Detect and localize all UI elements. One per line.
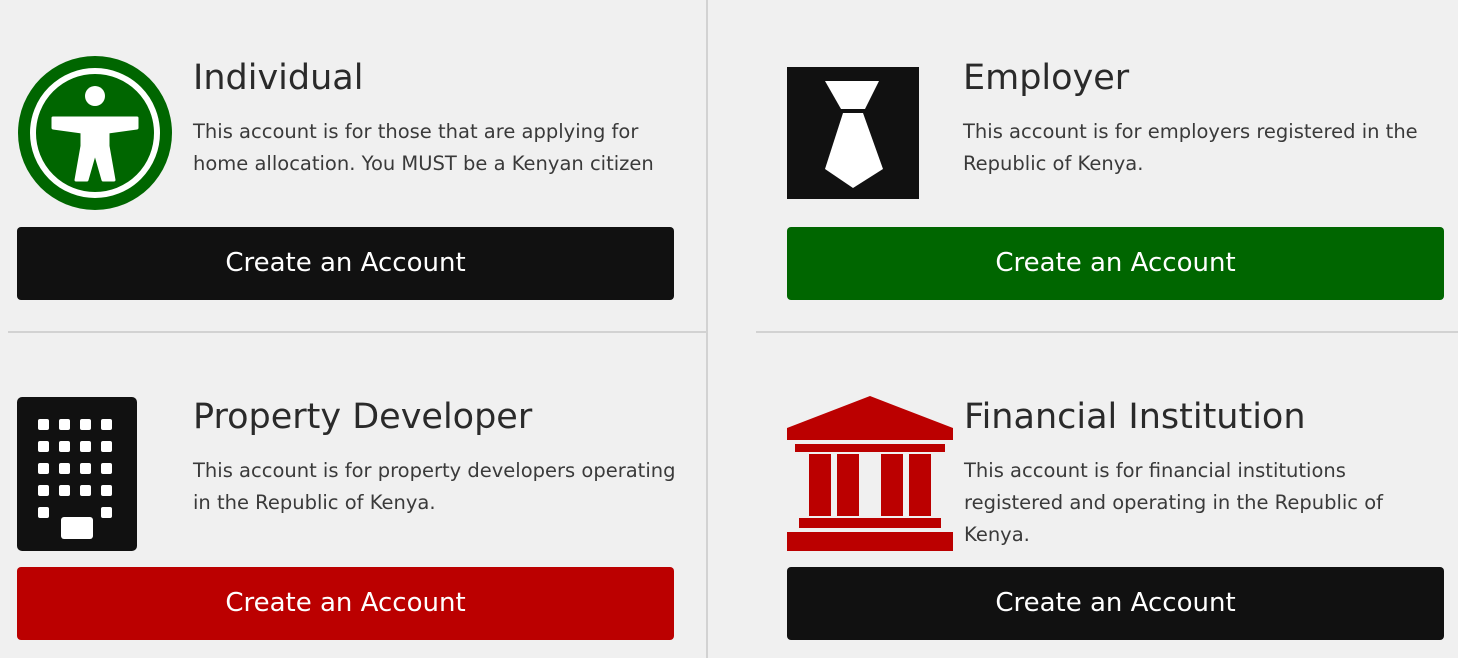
card-financial-institution: Financial Institution This account is fo… xyxy=(708,333,1458,658)
card-property-developer: Property Developer This account is for p… xyxy=(0,333,706,658)
card-individual: Individual This account is for those tha… xyxy=(0,0,706,331)
card-title: Employer xyxy=(963,58,1130,98)
create-account-button-employer[interactable]: Create an Account xyxy=(787,227,1444,300)
card-description: This account is for property developers … xyxy=(193,459,676,514)
card-title: Property Developer xyxy=(193,397,533,437)
card-description: This account is for those that are apply… xyxy=(193,120,654,175)
bank-icon xyxy=(787,396,953,551)
building-icon xyxy=(17,397,137,551)
create-account-button-individual[interactable]: Create an Account xyxy=(17,227,674,300)
card-title: Individual xyxy=(193,58,364,98)
create-account-button-property-developer[interactable]: Create an Account xyxy=(17,567,674,640)
create-account-button-financial-institution[interactable]: Create an Account xyxy=(787,567,1444,640)
card-description: This account is for financial institutio… xyxy=(964,459,1384,546)
card-description: This account is for employers registered… xyxy=(963,120,1418,175)
accessibility-person-icon xyxy=(18,56,172,210)
card-employer: Employer This account is for employers r… xyxy=(708,0,1458,331)
necktie-icon xyxy=(787,67,919,199)
card-title: Financial Institution xyxy=(964,397,1306,437)
